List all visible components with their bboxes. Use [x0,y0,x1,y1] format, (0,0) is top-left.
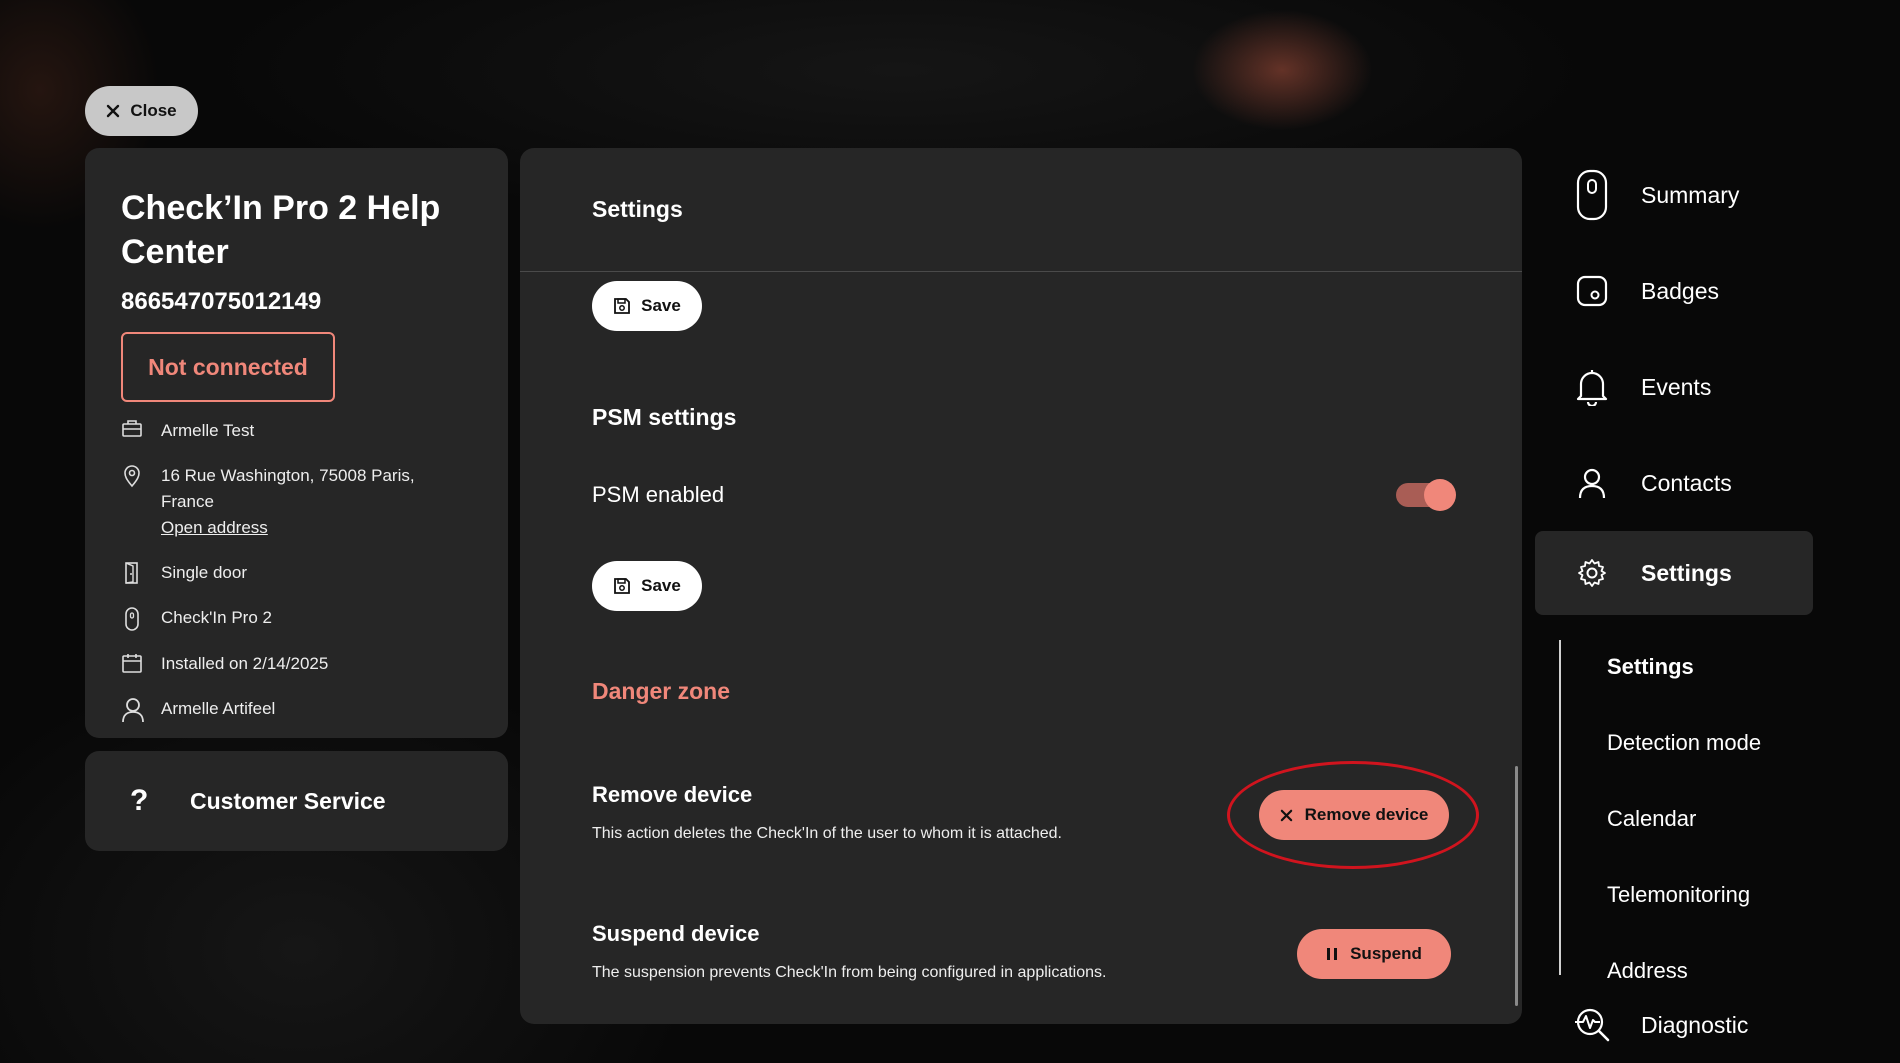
save-icon [613,297,631,315]
customer-service-label: Customer Service [190,787,386,814]
nav-item-label: Events [1641,373,1712,400]
info-installed: Installed on 2/14/2025 [121,651,472,677]
calendar-icon [121,651,161,674]
device-icon [121,605,161,632]
status-badge: Not connected [121,332,335,402]
owner-name: Armelle Artifeel [161,699,276,718]
save-button-top[interactable]: Save [592,281,702,331]
suspend-device-description: The suspension prevents Check'In from be… [592,964,1107,981]
psm-enabled-row: PSM enabled [592,479,1456,511]
close-button[interactable]: Close [85,86,198,136]
device-icon [1535,169,1641,221]
info-owner: Armelle Artifeel [121,696,472,723]
nav-item-settings[interactable]: Settings [1535,531,1813,615]
door-icon [121,560,161,585]
info-door-type: Single door [121,560,472,586]
customer-service-button[interactable]: ? Customer Service [85,751,508,851]
close-label: Close [130,101,177,120]
nav-item-contacts[interactable]: Contacts [1535,441,1813,525]
subnav-item-address[interactable]: Address [1607,958,1688,984]
suspend-device-title: Suspend device [592,921,760,946]
question-icon: ? [130,784,149,817]
subnav-item-calendar[interactable]: Calendar [1607,806,1696,832]
info-model: Check'In Pro 2 [121,605,472,632]
nav-item-summary[interactable]: Summary [1535,153,1813,237]
pause-icon [1326,947,1338,961]
psm-enabled-label: PSM enabled [592,482,725,507]
nav-item-label: Summary [1641,181,1740,208]
badge-icon [1535,275,1641,307]
nav-item-label: Contacts [1641,469,1732,496]
company-name: Armelle Test [161,421,255,440]
nav-item-events[interactable]: Events [1535,345,1813,429]
toggle-knob [1424,479,1456,511]
suspend-button-label: Suspend [1350,944,1422,963]
info-company: Armelle Test [121,418,472,444]
remove-device-button[interactable]: Remove device [1259,790,1449,840]
diagnostic-icon [1535,1007,1641,1043]
nav-item-label: Settings [1641,559,1732,586]
subnav-divider [1559,640,1561,975]
remove-device-title: Remove device [592,782,753,807]
panel-scrollbar[interactable] [1515,766,1518,1006]
device-info-list: Armelle Test 16 Rue Washington, 75008 Pa… [121,418,472,723]
door-type: Single door [161,563,248,582]
nav-item-badges[interactable]: Badges [1535,249,1813,333]
person-icon [121,696,161,723]
nav-item-label: Diagnostic [1641,1011,1749,1038]
address-text: 16 Rue Washington, 75008 Paris, France [161,466,415,511]
nav-item-label: Badges [1641,277,1720,304]
save-label: Save [641,296,681,315]
save-button-psm[interactable]: Save [592,561,702,611]
open-address-link[interactable]: Open address [161,515,472,541]
psm-enabled-toggle[interactable] [1396,479,1456,511]
location-pin-icon [121,463,161,488]
installed-date: Installed on 2/14/2025 [161,654,329,673]
device-model: Check'In Pro 2 [161,608,272,627]
device-serial: 866547075012149 [121,288,322,315]
psm-settings-title: PSM settings [592,404,737,430]
close-icon [1280,809,1293,822]
suspend-button[interactable]: Suspend [1297,929,1451,979]
person-icon [1535,467,1641,499]
panel-title: Settings [520,148,1522,272]
device-title: Check’In Pro 2 Help Center [121,189,441,271]
info-address: 16 Rue Washington, 75008 Paris, France O… [121,463,472,541]
save-icon [613,577,631,595]
gear-icon [1535,558,1641,588]
remove-device-button-label: Remove device [1304,805,1429,824]
nav-item-diagnostic[interactable]: Diagnostic [1535,983,1813,1063]
close-icon [106,104,120,118]
settings-panel: Settings Save PSM settings PSM enabled S… [520,148,1522,1024]
bell-icon [1535,368,1641,406]
subnav-item-settings[interactable]: Settings [1607,654,1694,680]
building-icon [121,418,161,439]
subnav-item-telemonitoring[interactable]: Telemonitoring [1607,882,1750,908]
danger-zone-title: Danger zone [592,678,731,704]
subnav-item-detection-mode[interactable]: Detection mode [1607,730,1761,756]
save-label: Save [641,576,681,595]
remove-device-description: This action deletes the Check'In of the … [592,825,1062,842]
device-info-card: Check’In Pro 2 Help Center 8665470750121… [85,148,508,738]
